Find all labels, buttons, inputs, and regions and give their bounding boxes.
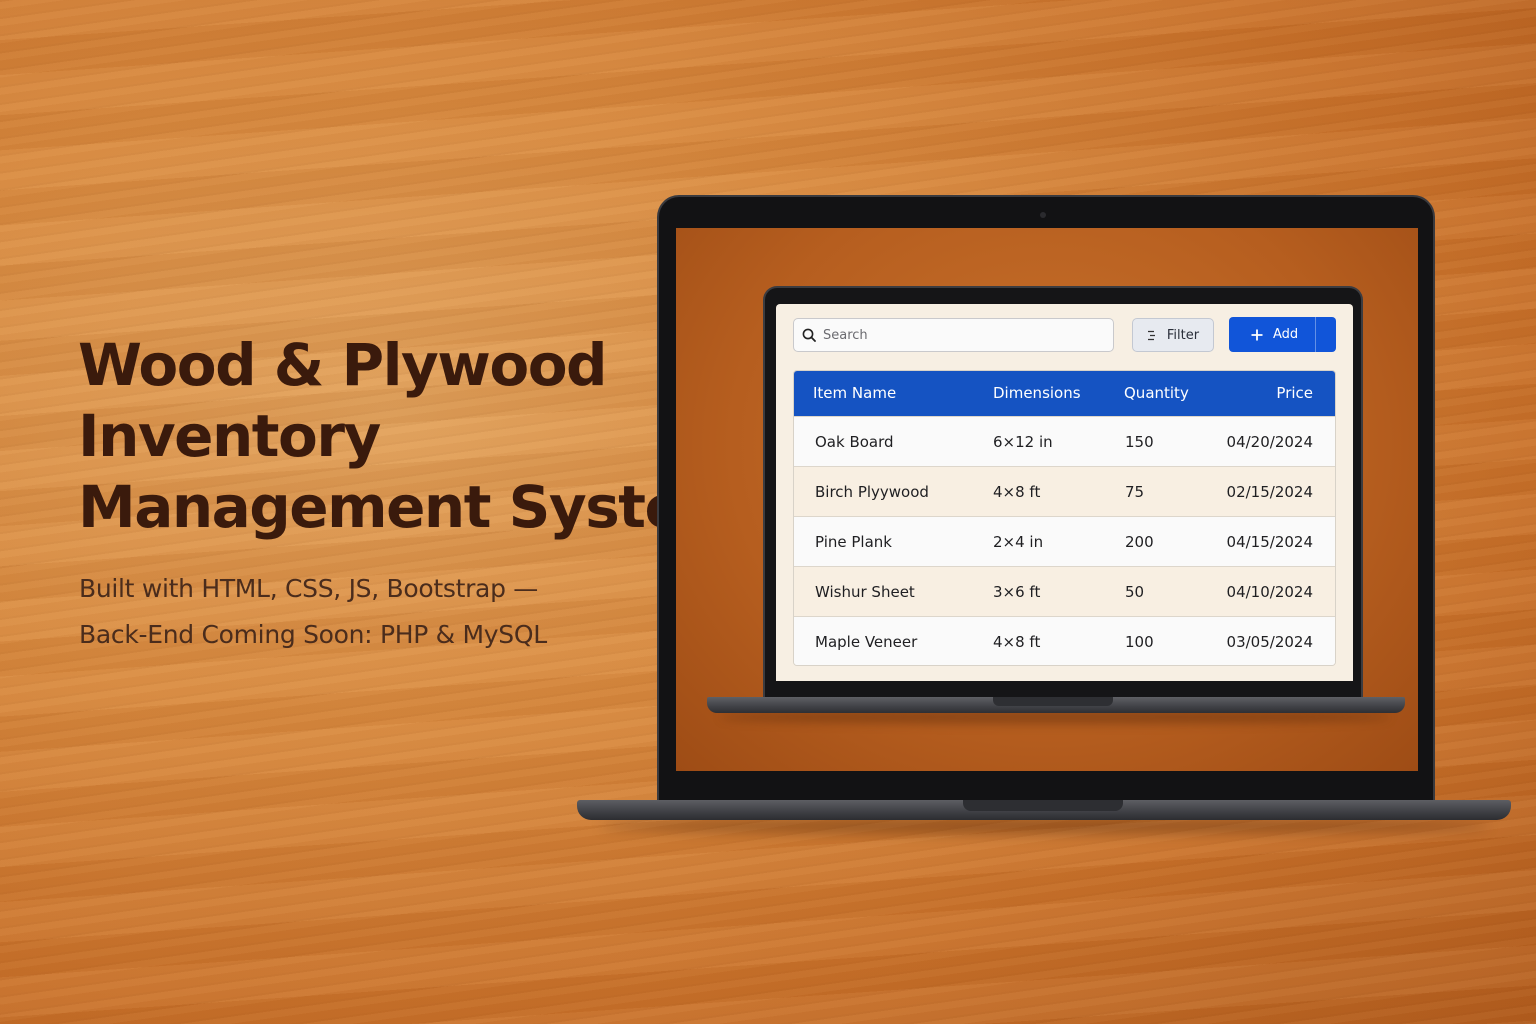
cell-price: 02/15/2024 — [1226, 483, 1313, 501]
filter-label: Filter — [1166, 327, 1200, 343]
table-row[interactable]: Pine Plank 2×4 in 200 04/15/2024 — [794, 516, 1335, 566]
cell-quantity: 150 — [1125, 433, 1154, 451]
plus-icon — [1251, 329, 1263, 340]
title-line-3: Management System — [78, 473, 743, 541]
cell-item-name: Maple Veneer — [815, 633, 918, 651]
add-dropdown-divider — [1315, 317, 1316, 352]
column-header-dimensions[interactable]: Dimensions — [993, 384, 1081, 402]
cell-quantity: 75 — [1125, 483, 1145, 501]
cell-quantity: 200 — [1125, 533, 1154, 551]
table-row[interactable]: Maple Veneer 4×8 ft 100 03/05/2024 — [794, 616, 1335, 665]
cell-item-name: Birch Plyywood — [815, 483, 929, 501]
subtitle-line-2: Back-End Coming Soon: PHP & MySQL — [79, 620, 547, 649]
search-box[interactable] — [793, 318, 1114, 352]
cell-dimensions: 3×6 ft — [993, 583, 1041, 601]
outer-laptop-notch — [963, 800, 1123, 811]
cell-price: 04/20/2024 — [1226, 433, 1313, 451]
cell-dimensions: 6×12 in — [993, 433, 1053, 451]
column-header-quantity[interactable]: Quantity — [1124, 384, 1189, 402]
add-button[interactable]: Add — [1229, 317, 1336, 352]
inventory-table: Item Name Dimensions Quantity Price Oak … — [793, 370, 1336, 666]
cell-price: 03/05/2024 — [1226, 633, 1313, 651]
cell-dimensions: 4×8 ft — [993, 483, 1041, 501]
inner-laptop-notch — [993, 697, 1113, 706]
title-line-1: Wood & Plywood — [78, 331, 608, 399]
cell-item-name: Oak Board — [815, 433, 894, 451]
cell-price: 04/10/2024 — [1226, 583, 1313, 601]
cell-item-name: Pine Plank — [815, 533, 892, 551]
subtitle: Built with HTML, CSS, JS, Bootstrap — Ba… — [79, 566, 659, 658]
cell-dimensions: 4×8 ft — [993, 633, 1041, 651]
add-label: Add — [1273, 327, 1299, 342]
title-line-2: Inventory — [78, 402, 381, 470]
cell-dimensions: 2×4 in — [993, 533, 1044, 551]
outer-laptop-shadow — [600, 818, 1490, 834]
search-input[interactable] — [823, 327, 1103, 343]
subtitle-line-1: Built with HTML, CSS, JS, Bootstrap — — [79, 574, 538, 603]
table-row[interactable]: Wishur Sheet 3×6 ft 50 04/10/2024 — [794, 566, 1335, 616]
table-row[interactable]: Birch Plyywood 4×8 ft 75 02/15/2024 — [794, 466, 1335, 516]
filter-button[interactable]: Filter — [1132, 318, 1214, 352]
filter-icon — [1147, 330, 1155, 340]
cell-quantity: 100 — [1125, 633, 1154, 651]
column-header-price[interactable]: Price — [1276, 384, 1313, 402]
webcam — [1040, 212, 1046, 218]
inventory-app: Filter Add Item Name Dimensions Quantity… — [776, 304, 1353, 681]
table-header: Item Name Dimensions Quantity Price — [794, 371, 1335, 416]
cell-quantity: 50 — [1125, 583, 1145, 601]
cell-item-name: Wishur Sheet — [815, 583, 915, 601]
page-title: Wood & Plywood Inventory Management Syst… — [78, 330, 743, 543]
cell-price: 04/15/2024 — [1226, 533, 1313, 551]
table-row[interactable]: Oak Board 6×12 in 150 04/20/2024 — [794, 416, 1335, 466]
column-header-item-name[interactable]: Item Name — [813, 384, 896, 402]
search-icon — [802, 328, 816, 342]
